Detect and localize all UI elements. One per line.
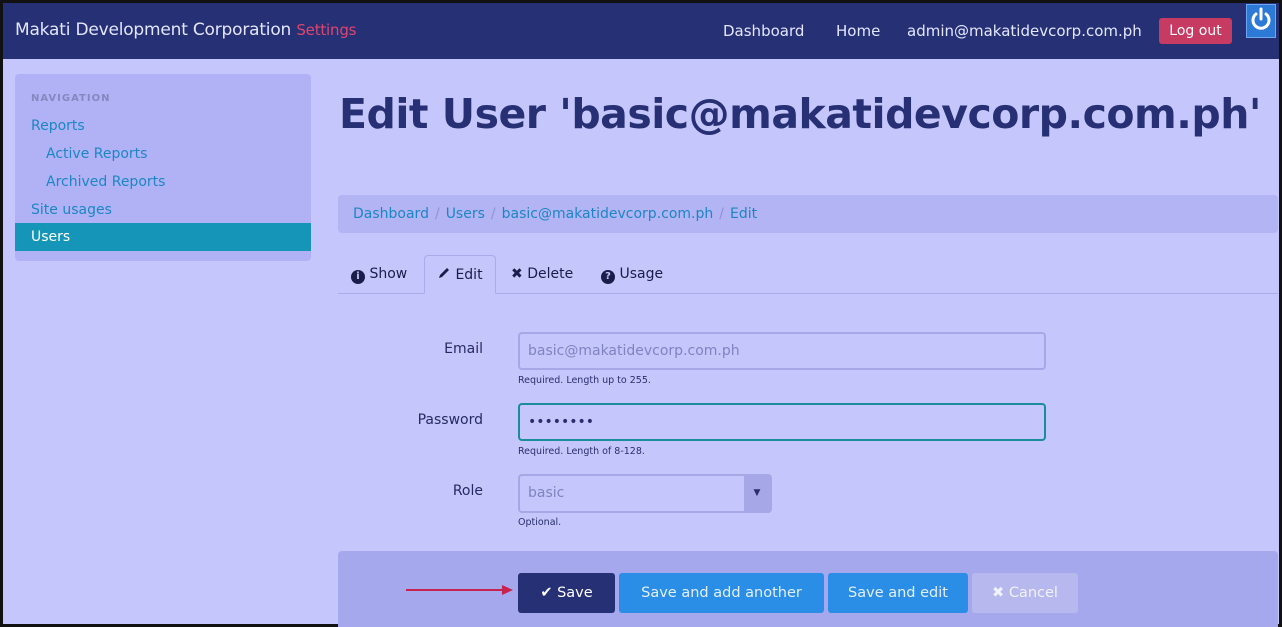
tab-show[interactable]: i Show	[351, 266, 407, 284]
save-button[interactable]: ✔ Save	[518, 573, 615, 613]
breadcrumb-dashboard[interactable]: Dashboard	[353, 206, 429, 222]
role-help: Optional.	[518, 517, 562, 528]
sidebar: NAVIGATION Reports Active Reports Archiv…	[15, 74, 311, 261]
tab-show-label: Show	[369, 266, 408, 282]
tab-delete-label: Delete	[527, 266, 574, 282]
x-icon: ✖	[511, 266, 523, 282]
save-and-add-another-button[interactable]: Save and add another	[619, 573, 824, 613]
question-icon: ?	[601, 270, 615, 284]
tab-usage[interactable]: ? Usage	[601, 266, 663, 284]
sidebar-item-archived-reports[interactable]: Archived Reports	[46, 174, 165, 190]
tab-edit[interactable]: Edit	[437, 266, 483, 283]
arrow-annotation-icon	[406, 583, 514, 597]
password-field[interactable]: ••••••••	[518, 403, 1046, 441]
info-icon: i	[351, 270, 365, 284]
breadcrumb-user[interactable]: basic@makatidevcorp.com.ph	[502, 206, 714, 222]
email-field[interactable]: basic@makatidevcorp.com.ph	[518, 332, 1046, 370]
email-help: Required. Length up to 255.	[518, 375, 651, 386]
breadcrumb: Dashboard / Users / basic@makatidevcorp.com.…	[338, 195, 1278, 233]
nav-link-home[interactable]: Home	[836, 22, 880, 40]
tab-delete[interactable]: ✖ Delete	[511, 266, 573, 282]
nav-header: NAVIGATION	[31, 93, 111, 104]
save-button-label: Save	[557, 585, 593, 601]
sidebar-item-reports[interactable]: Reports	[31, 118, 85, 134]
save-and-edit-button[interactable]: Save and edit	[828, 573, 968, 613]
nav-link-dashboard[interactable]: Dashboard	[723, 22, 804, 40]
breadcrumb-users[interactable]: Users	[446, 206, 485, 222]
brand-accent: Settings	[296, 21, 357, 39]
power-icon[interactable]	[1246, 4, 1276, 38]
top-navbar: Makati Development Corporation Settings …	[3, 3, 1279, 59]
role-label: Role	[452, 483, 483, 499]
email-label: Email	[444, 341, 483, 357]
tab-usage-label: Usage	[619, 266, 664, 282]
page-title: Edit User 'basic@makatidevcorp.com.ph'	[339, 90, 1261, 138]
sidebar-item-site-usages[interactable]: Site usages	[31, 202, 112, 218]
sidebar-item-active-reports[interactable]: Active Reports	[46, 146, 147, 162]
chevron-down-icon[interactable]: ▼	[744, 476, 770, 511]
role-select[interactable]: basic ▼	[518, 474, 772, 513]
brand[interactable]: Makati Development Corporation Settings	[15, 20, 356, 40]
breadcrumb-edit[interactable]: Edit	[730, 206, 757, 222]
password-help: Required. Length of 8-128.	[518, 446, 645, 457]
password-label: Password	[417, 412, 483, 428]
logout-button[interactable]: Log out	[1159, 18, 1232, 44]
nav-link-account[interactable]: admin@makatidevcorp.com.ph	[907, 22, 1142, 40]
tab-edit-label: Edit	[455, 267, 483, 283]
role-select-value: basic	[528, 485, 565, 501]
cancel-button[interactable]: ✖ Cancel	[972, 573, 1078, 613]
pencil-icon	[437, 266, 451, 280]
brand-name: Makati Development Corporation	[15, 20, 292, 40]
sidebar-item-users[interactable]: Users	[15, 223, 311, 251]
x-icon: ✖	[992, 585, 1005, 601]
check-icon: ✔	[540, 585, 553, 601]
cancel-button-label: Cancel	[1008, 585, 1058, 601]
